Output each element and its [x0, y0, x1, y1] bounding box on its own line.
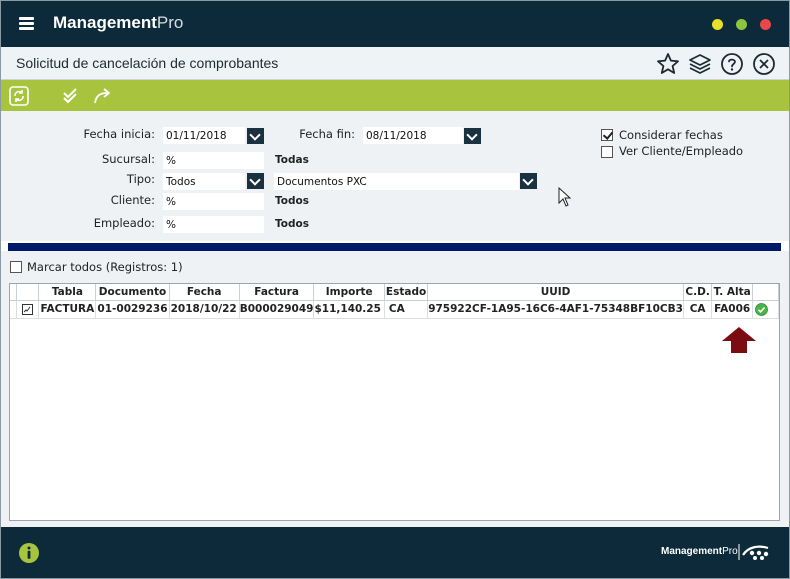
sucursal-label: Sucursal: — [101, 152, 155, 166]
help-icon[interactable] — [720, 52, 744, 76]
fecha-inicia-label: Fecha inicia: — [83, 127, 156, 141]
column-header-importe[interactable]: Importe — [313, 284, 385, 301]
annotation-arrow-up-icon — [722, 327, 756, 353]
mouse-cursor-icon — [558, 187, 572, 207]
cell-estado: CA — [384, 300, 429, 319]
tipo-description-dropdown-icon[interactable] — [520, 173, 537, 189]
select-all-label: Marcar todos (Registros: 1) — [27, 260, 183, 274]
fecha-fin-label: Fecha fin: — [299, 127, 355, 141]
fecha-inicia-input[interactable]: 01/11/2018 — [163, 127, 245, 144]
column-header-fecha[interactable]: Fecha — [169, 284, 240, 301]
table-row[interactable]: FACTURA 01-0029236 2018/10/22 B000029049… — [10, 300, 779, 319]
cliente-description: Todos — [275, 195, 309, 207]
close-window-button[interactable] — [760, 19, 771, 30]
sucursal-input[interactable]: % — [163, 152, 264, 169]
cell-importe: $11,140.25 — [313, 300, 385, 319]
cell-status[interactable] — [752, 300, 779, 319]
cell-fecha: 2018/10/22 — [169, 300, 240, 319]
ver-cliente-empleado-checkbox[interactable] — [601, 146, 613, 158]
app-brand: ManagementPro — [53, 13, 183, 33]
close-icon[interactable] — [752, 52, 776, 76]
cell-uuid: 975922CF-1A95-16C6-4AF1-75348BF10CB3 — [427, 300, 684, 319]
column-header-tabla[interactable]: Tabla — [38, 284, 97, 301]
footer-bar: ManagementPro — [1, 527, 789, 578]
column-header-factura[interactable]: Factura — [239, 284, 315, 301]
row-select-cell[interactable] — [16, 300, 40, 319]
column-header-indicator — [10, 284, 18, 301]
brand-logo-icon — [738, 544, 769, 560]
minimize-button[interactable] — [712, 19, 723, 30]
toolbar — [1, 80, 789, 111]
sucursal-description: Todas — [275, 154, 309, 166]
results-table: Tabla Documento Fecha Factura Importe Es… — [9, 283, 780, 521]
footer-brand-light: Pro — [722, 546, 738, 557]
cell-tabla: FACTURA — [38, 300, 97, 319]
brand-light: Pro — [156, 13, 184, 32]
brand-bold: Management — [53, 13, 157, 32]
cell-cd: CA — [683, 300, 713, 319]
column-header-cd[interactable]: C.D. — [683, 284, 713, 301]
fecha-fin-input[interactable]: 08/11/2018 — [363, 127, 463, 144]
tipo-description-select[interactable]: Documentos PXC — [274, 173, 519, 190]
title-bar: ManagementPro — [1, 1, 789, 47]
empleado-input[interactable]: % — [163, 216, 264, 233]
refresh-icon[interactable] — [8, 85, 30, 107]
footer-brand-bold: Management — [661, 546, 723, 557]
layers-icon[interactable] — [688, 52, 712, 76]
ver-cliente-empleado-label: Ver Cliente/Empleado — [619, 144, 744, 158]
page-title: Solicitud de cancelación de comprobantes — [16, 55, 279, 71]
star-icon[interactable] — [656, 52, 680, 76]
row-indicator — [10, 300, 18, 319]
menu-icon[interactable] — [19, 17, 34, 30]
info-icon[interactable] — [18, 542, 40, 564]
forward-icon[interactable] — [92, 85, 114, 107]
column-header-t-alta[interactable]: T. Alta — [711, 284, 754, 301]
cliente-label: Cliente: — [110, 193, 155, 207]
table-header-row: Tabla Documento Fecha Factura Importe Es… — [10, 284, 779, 301]
empleado-label: Empleado: — [93, 216, 155, 230]
check-circle-icon[interactable] — [755, 302, 768, 316]
tipo-dropdown-icon[interactable] — [247, 173, 264, 189]
maximize-button[interactable] — [736, 19, 747, 30]
cell-factura: B000029049 — [239, 300, 315, 319]
double-check-icon[interactable] — [60, 85, 82, 107]
results-grid: Tabla Documento Fecha Factura Importe Es… — [10, 284, 779, 319]
column-header-select — [16, 284, 40, 301]
cell-documento: 01-0029236 — [95, 300, 170, 319]
cliente-input[interactable]: % — [163, 193, 264, 210]
select-all-checkbox[interactable] — [10, 261, 22, 273]
column-header-documento[interactable]: Documento — [95, 284, 170, 301]
cell-t-alta: FA006 — [711, 300, 754, 319]
considerar-fechas-checkbox[interactable] — [601, 129, 613, 141]
section-divider — [8, 243, 781, 251]
fecha-fin-dropdown-icon[interactable] — [464, 128, 481, 144]
empleado-description: Todos — [275, 218, 309, 230]
fecha-inicia-dropdown-icon[interactable] — [247, 128, 264, 144]
column-header-estado[interactable]: Estado — [384, 284, 429, 301]
edit-checkbox-icon[interactable] — [22, 303, 34, 315]
footer-brand: ManagementPro — [661, 546, 738, 557]
page-header: Solicitud de cancelación de comprobantes — [1, 47, 789, 80]
column-header-uuid[interactable]: UUID — [427, 284, 684, 301]
filter-form: Fecha inicia: 01/11/2018 Fecha fin: 08/1… — [1, 111, 789, 241]
tipo-select[interactable]: Todos — [163, 173, 245, 190]
considerar-fechas-label: Considerar fechas — [619, 128, 723, 142]
tipo-label: Tipo: — [126, 172, 155, 186]
column-header-status — [752, 284, 779, 301]
